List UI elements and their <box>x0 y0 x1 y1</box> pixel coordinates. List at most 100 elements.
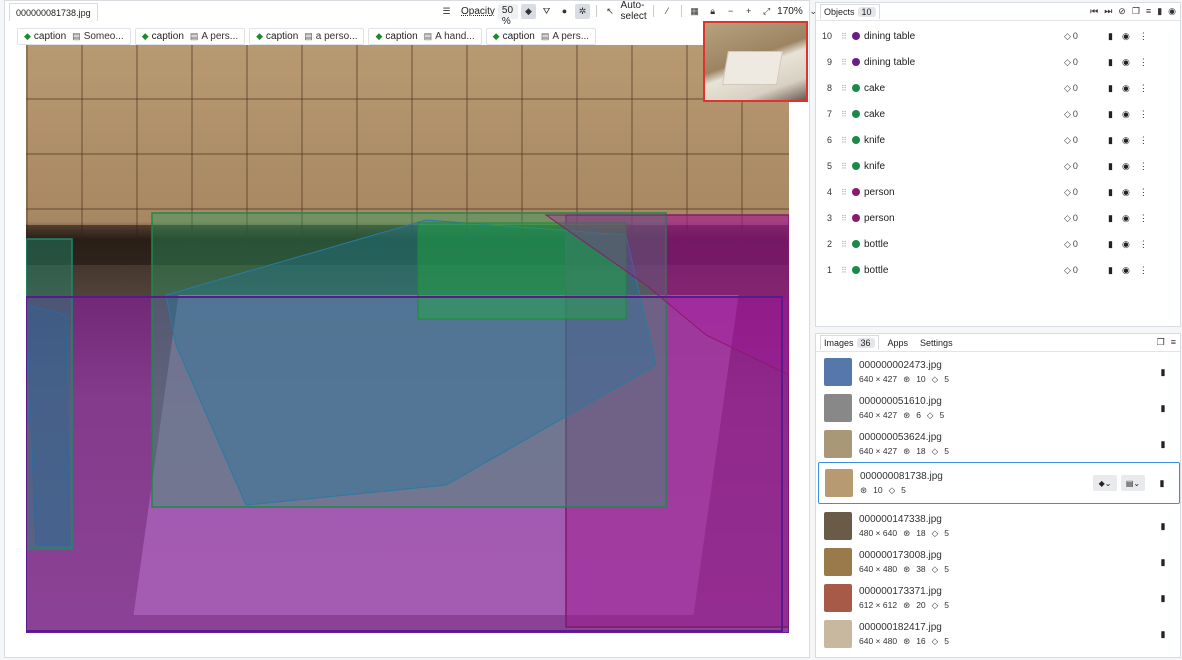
drag-handle-icon[interactable]: ⠿ <box>838 136 850 145</box>
object-tags[interactable]: ◇ 0 <box>1064 161 1108 172</box>
more-icon[interactable]: ⋮ <box>1139 83 1148 94</box>
caption-chip[interactable]: ◆ caption ▤ A hand... <box>368 28 482 45</box>
object-tags[interactable]: ◇ 0 <box>1064 109 1108 120</box>
drag-handle-icon[interactable]: ⠿ <box>838 162 850 171</box>
eye-icon[interactable]: ◉ <box>1122 83 1130 94</box>
more-icon[interactable]: ⋮ <box>1139 187 1148 198</box>
eye-icon[interactable]: ◉ <box>1122 135 1130 146</box>
tag-mode-icon[interactable]: ◆ <box>521 3 536 19</box>
sliders-icon[interactable]: ☰ <box>439 4 454 19</box>
opacity-input[interactable]: 50 % <box>497 3 518 27</box>
image-list-item[interactable]: 000000173371.jpg 612 × 612 ⊛ 20 ◇ 5 ▮ <box>818 580 1180 616</box>
copy-icon[interactable]: ❐ <box>1132 6 1140 17</box>
trash-icon[interactable]: ▮ <box>1108 265 1113 276</box>
object-tags[interactable]: ◇ 0 <box>1064 57 1108 68</box>
trash-icon[interactable]: ▮ <box>1108 187 1113 198</box>
filter-icon[interactable]: ≡ <box>1146 6 1151 17</box>
object-row[interactable]: 4 ⠿ person ◇ 0 ▮ ◉ ⋮ <box>816 179 1180 205</box>
drag-handle-icon[interactable]: ⠿ <box>838 188 850 197</box>
more-icon[interactable]: ⋮ <box>1139 57 1148 68</box>
trash-icon[interactable]: ▮ <box>1154 521 1172 532</box>
delete-all-icon[interactable]: ▮ <box>1157 6 1162 17</box>
trash-icon[interactable]: ▮ <box>1154 557 1172 568</box>
trash-icon[interactable]: ▮ <box>1108 83 1113 94</box>
object-row[interactable]: 6 ⠿ knife ◇ 0 ▮ ◉ ⋮ <box>816 127 1180 153</box>
eye-icon[interactable]: ◉ <box>1122 265 1130 276</box>
hide-all-icon[interactable]: ⊘ <box>1118 6 1126 17</box>
grid-icon[interactable]: ▦ <box>687 4 702 19</box>
drag-handle-icon[interactable]: ⠿ <box>838 266 850 275</box>
object-row[interactable]: 8 ⠿ cake ◇ 0 ▮ ◉ ⋮ <box>816 75 1180 101</box>
trash-icon[interactable]: ▮ <box>1108 135 1113 146</box>
zoom-out-icon[interactable]: − <box>723 4 738 19</box>
trash-icon[interactable]: ▮ <box>1108 31 1113 42</box>
image-list-item[interactable]: 000000051610.jpg 640 × 427 ⊛ 6 ◇ 5 ▮ <box>818 390 1180 426</box>
eye-icon[interactable]: ◉ <box>1122 187 1130 198</box>
image-list-item[interactable]: 000000002473.jpg 640 × 427 ⊛ 10 ◇ 5 ▮ <box>818 354 1180 390</box>
first-icon[interactable]: ⏮ <box>1090 6 1098 17</box>
object-row[interactable]: 10 ⠿ dining table ◇ 0 ▮ ◉ ⋮ <box>816 23 1180 49</box>
more-icon[interactable]: ⋮ <box>1139 161 1148 172</box>
caption-chip[interactable]: ◆ caption ▤ A pers... <box>134 28 246 45</box>
trash-icon[interactable]: ▮ <box>1108 213 1113 224</box>
object-row[interactable]: 2 ⠿ bottle ◇ 0 ▮ ◉ ⋮ <box>816 231 1180 257</box>
magic-wand-icon[interactable]: ⁄ <box>660 4 675 19</box>
more-icon[interactable]: ⋮ <box>1139 31 1148 42</box>
lock-icon[interactable]: 🔒︎ <box>705 4 720 19</box>
trash-icon[interactable]: ▮ <box>1154 439 1172 450</box>
object-row[interactable]: 9 ⠿ dining table ◇ 0 ▮ ◉ ⋮ <box>816 49 1180 75</box>
tab-objects[interactable]: Objects 10 <box>820 4 880 19</box>
more-icon[interactable]: ⋮ <box>1139 265 1148 276</box>
zoom-in-icon[interactable]: + <box>741 4 756 19</box>
tab-settings[interactable]: Settings <box>917 336 956 350</box>
next-icon[interactable]: ⏭ <box>1104 6 1112 17</box>
fit-screen-icon[interactable]: ⤢ <box>759 4 774 19</box>
object-row[interactable]: 5 ⠿ knife ◇ 0 ▮ ◉ ⋮ <box>816 153 1180 179</box>
caption-chip[interactable]: ◆ caption ▤ a perso... <box>249 28 365 45</box>
image-list-item[interactable]: 000000182417.jpg 640 × 480 ⊛ 16 ◇ 5 ▮ <box>818 616 1180 652</box>
object-tags[interactable]: ◇ 0 <box>1064 239 1108 250</box>
image-list-item[interactable]: 000000173008.jpg 640 × 480 ⊛ 38 ◇ 5 ▮ <box>818 544 1180 580</box>
image-list-item[interactable]: 000000053624.jpg 640 × 427 ⊛ 18 ◇ 5 ▮ <box>818 426 1180 462</box>
more-icon[interactable]: ⋮ <box>1139 109 1148 120</box>
object-row[interactable]: 3 ⠿ person ◇ 0 ▮ ◉ ⋮ <box>816 205 1180 231</box>
drag-handle-icon[interactable]: ⠿ <box>838 84 850 93</box>
object-tags[interactable]: ◇ 0 <box>1064 213 1108 224</box>
trash-icon[interactable]: ▮ <box>1108 109 1113 120</box>
eye-icon[interactable]: ◉ <box>1168 6 1176 17</box>
trash-icon[interactable]: ▮ <box>1153 478 1171 489</box>
image-list-item[interactable]: 000000147338.jpg 480 × 640 ⊛ 18 ◇ 5 ▮ <box>818 508 1180 544</box>
eye-icon[interactable]: ◉ <box>1122 31 1130 42</box>
auto-select-button[interactable]: Auto-select <box>621 0 648 22</box>
tab-images[interactable]: Images 36 <box>820 335 879 350</box>
image-list-item-selected[interactable]: 000000081738.jpg ⊛ 10 ◇ 5 ◆⌄ ▤⌄ ▮ <box>818 462 1180 504</box>
more-icon[interactable]: ⋮ <box>1139 239 1148 250</box>
settings-icon[interactable]: ✲ <box>575 3 590 19</box>
tag-dropdown-button[interactable]: ◆⌄ <box>1093 475 1117 491</box>
trash-icon[interactable]: ▮ <box>1154 367 1172 378</box>
drag-handle-icon[interactable]: ⠿ <box>838 32 850 41</box>
copy-icon[interactable]: ❐ <box>1157 337 1165 348</box>
caption-dropdown-button[interactable]: ▤⌄ <box>1121 475 1145 491</box>
more-icon[interactable]: ⋮ <box>1139 213 1148 224</box>
object-row[interactable]: 1 ⠿ bottle ◇ 0 ▮ ◉ ⋮ <box>816 257 1180 283</box>
annotation-overlay[interactable] <box>26 45 789 633</box>
trash-icon[interactable]: ▮ <box>1108 57 1113 68</box>
caption-chip[interactable]: ◆ caption ▤ A pers... <box>485 28 597 45</box>
eye-icon[interactable]: ◉ <box>1122 213 1130 224</box>
caption-chip[interactable]: ◆ caption ▤ Someo... <box>17 28 131 45</box>
object-tags[interactable]: ◇ 0 <box>1064 265 1108 276</box>
trash-icon[interactable]: ▮ <box>1108 161 1113 172</box>
more-icon[interactable]: ⋮ <box>1139 135 1148 146</box>
object-tags[interactable]: ◇ 0 <box>1064 187 1108 198</box>
object-tags[interactable]: ◇ 0 <box>1064 135 1108 146</box>
file-tab[interactable]: 000000081738.jpg <box>9 3 98 21</box>
eye-icon[interactable]: ◉ <box>1122 239 1130 250</box>
zoom-select[interactable]: 170% <box>777 6 803 17</box>
drag-handle-icon[interactable]: ⠿ <box>838 240 850 249</box>
drag-handle-icon[interactable]: ⠿ <box>838 58 850 67</box>
polygon-mode-icon[interactable]: ⛛ <box>539 4 554 19</box>
eye-icon[interactable]: ◉ <box>1122 161 1130 172</box>
minimap[interactable] <box>703 21 808 102</box>
trash-icon[interactable]: ▮ <box>1154 629 1172 640</box>
